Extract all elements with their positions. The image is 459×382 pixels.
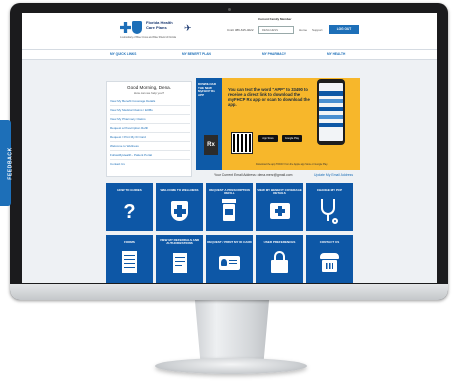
main-nav bbox=[22, 49, 437, 60]
id-card-icon bbox=[219, 256, 240, 270]
tile-label: CHANGE MY PCP bbox=[316, 188, 343, 192]
current-email: Your Current Email Address: dena.merz@gm… bbox=[214, 173, 293, 177]
form-icon bbox=[122, 251, 137, 273]
nav-benefit-plan[interactable]: MY BENEFIT PLAN bbox=[182, 52, 211, 56]
quick-link[interactable]: View My Benefit Coverage Details bbox=[110, 98, 190, 106]
nav-health[interactable]: MY HEALTH bbox=[327, 52, 345, 56]
tile-label: REQUEST / PRINT MY ID CARD bbox=[207, 240, 252, 244]
tile-label: VIEW MY BENEFIT COVERAGE DETAILS bbox=[257, 188, 302, 196]
greeting-title: Good Morning, Dena. bbox=[127, 85, 171, 90]
monitor-stand bbox=[194, 296, 270, 366]
google-play-button[interactable]: Google Play bbox=[282, 135, 302, 142]
plane-icon: ✈ bbox=[184, 23, 192, 33]
home-link[interactable]: Home bbox=[299, 28, 307, 32]
phone-screen-bar bbox=[319, 107, 343, 111]
phone-screen-bar bbox=[319, 115, 343, 119]
update-email-link[interactable]: Update My Email Address bbox=[314, 173, 353, 177]
shield-plus-icon bbox=[171, 201, 188, 221]
app-store-button[interactable]: App Store bbox=[258, 135, 278, 142]
phone-screen-bar bbox=[319, 123, 343, 127]
logo-text[interactable]: Florida Health Care Plans bbox=[146, 20, 182, 30]
quick-link[interactable]: View My Pharmacy Claims bbox=[110, 116, 190, 124]
greeting-subtitle: How can we help you? bbox=[133, 91, 165, 95]
banner-side-text: DOWNLOAD THE NEW MyFHCP Rx APP bbox=[198, 82, 216, 97]
quick-link[interactable]: FollowMyHealth - Patient Portal bbox=[110, 152, 190, 160]
phone-icon bbox=[320, 253, 339, 259]
monitor-base bbox=[155, 358, 307, 374]
tile-label: WELCOME TO WELLNESS bbox=[160, 188, 199, 192]
tile-label: HOW TO GUIDES bbox=[117, 188, 142, 192]
camera-dot bbox=[228, 8, 231, 11]
phone-screen-bar bbox=[319, 91, 343, 96]
logo-tagline: A subsidiary of Blue Cross and Blue Shie… bbox=[120, 36, 176, 39]
phone-screen-bar bbox=[319, 99, 343, 103]
quick-link[interactable]: View My Medical Claims / EOBs bbox=[110, 107, 190, 115]
feedback-label: FEEDBACK bbox=[7, 147, 14, 180]
quick-link[interactable]: Request a Prescription Refill bbox=[110, 125, 190, 133]
tile-label: REQUEST A PRESCRIPTION REFILL bbox=[209, 188, 250, 196]
banner-footer: Download the app TODAY from the Apple ap… bbox=[256, 163, 328, 166]
quick-link[interactable]: Welcome to Wellness bbox=[110, 143, 190, 151]
nav-quick-links[interactable]: MY QUICK LINKS bbox=[110, 52, 136, 56]
stethoscope-tube bbox=[327, 214, 329, 221]
stethoscope-chestpiece bbox=[332, 218, 338, 224]
pill-bottle-body bbox=[223, 204, 235, 221]
family-member-select[interactable]: DENA HESS bbox=[258, 26, 294, 34]
tile-label: CONTACT US bbox=[319, 240, 340, 244]
header-phone: Cntct 386-615-4022 bbox=[227, 28, 254, 32]
lock-body bbox=[271, 260, 288, 273]
blue-shield-icon bbox=[132, 21, 142, 34]
family-member-label: Current Family Member bbox=[258, 17, 292, 21]
rx-app-logo: Rx bbox=[204, 135, 218, 155]
qr-code-icon bbox=[231, 132, 253, 154]
quick-link[interactable]: Request / Print My ID Card bbox=[110, 134, 190, 142]
document-icon bbox=[173, 253, 187, 273]
support-link[interactable]: Support bbox=[312, 28, 323, 32]
pill-bottle-icon bbox=[222, 199, 236, 203]
stethoscope-icon bbox=[321, 199, 335, 215]
nav-pharmacy[interactable]: MY PHARMACY bbox=[262, 52, 286, 56]
browser-screen: Florida Health Care Plans ✈ A subsidiary… bbox=[22, 13, 437, 283]
quick-link[interactable]: Contact Us bbox=[110, 161, 190, 169]
tile-label: VIEW MY REFERRALS AND AUTHORIZATIONS bbox=[159, 238, 200, 246]
tile-label: FORMS bbox=[124, 240, 135, 244]
tile-label: USER PREFERENCES bbox=[263, 240, 296, 244]
logout-button[interactable]: LOG OUT bbox=[329, 25, 359, 34]
medical-kit-icon bbox=[270, 203, 290, 219]
monitor-chin bbox=[10, 284, 448, 300]
banner-headline: You can text the word "APP" to 33490 to … bbox=[228, 87, 310, 107]
question-icon: ? bbox=[123, 201, 136, 223]
phone-icon-body bbox=[322, 260, 337, 272]
